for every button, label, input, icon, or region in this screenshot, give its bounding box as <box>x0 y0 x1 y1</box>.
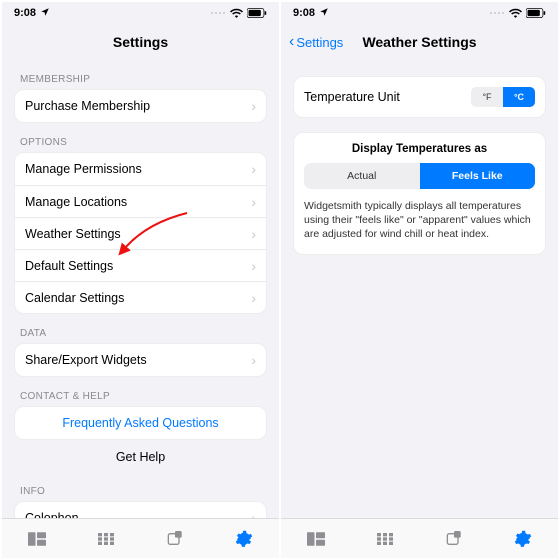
settings-content: MEMBERSHIP Purchase Membership › OPTIONS… <box>2 60 279 518</box>
display-actual-option[interactable]: Actual <box>304 163 420 189</box>
temperature-unit-segmented[interactable]: °F °C <box>471 87 535 107</box>
row-label: Calendar Settings <box>25 291 124 305</box>
chevron-left-icon: ‹ <box>289 34 294 50</box>
group-info: Colophon › Acknowledgements › <box>14 501 267 518</box>
group-options: Manage Permissions › Manage Locations › … <box>14 152 267 314</box>
weather-content: Temperature Unit °F °C Display Temperatu… <box>281 60 558 518</box>
row-manage-locations[interactable]: Manage Locations › <box>15 185 266 217</box>
section-header-info: INFO <box>14 472 267 501</box>
row-get-help[interactable]: Get Help <box>14 440 267 472</box>
row-weather-settings[interactable]: Weather Settings › <box>15 217 266 249</box>
section-header-contact: CONTACT & HELP <box>14 377 267 406</box>
row-label: Manage Locations <box>25 195 127 209</box>
page-title: Weather Settings <box>362 34 476 50</box>
tab-grid-icon[interactable] <box>365 524 405 554</box>
group-membership: Purchase Membership › <box>14 89 267 123</box>
tab-widget-icon[interactable] <box>155 524 195 554</box>
chevron-right-icon: › <box>251 352 256 368</box>
group-data: Share/Export Widgets › <box>14 343 267 377</box>
chevron-right-icon: › <box>251 290 256 306</box>
status-bar: 9:08 <box>281 2 558 24</box>
chevron-right-icon: › <box>251 98 256 114</box>
display-temperatures-segmented[interactable]: Actual Feels Like <box>304 163 535 189</box>
row-label: Get Help <box>116 450 165 464</box>
wifi-icon <box>509 8 522 18</box>
tab-grid-icon[interactable] <box>86 524 126 554</box>
chevron-right-icon: › <box>251 258 256 274</box>
row-label: Weather Settings <box>25 227 121 241</box>
temperature-unit-label: Temperature Unit <box>304 90 400 104</box>
section-header-options: OPTIONS <box>14 123 267 152</box>
battery-icon <box>526 8 546 18</box>
temperature-unit-row: Temperature Unit °F °C <box>293 76 546 118</box>
row-label: Manage Permissions <box>25 162 142 176</box>
row-label: Share/Export Widgets <box>25 353 147 367</box>
cell-signal-dots-icon <box>210 9 226 17</box>
status-bar: 9:08 <box>2 2 279 24</box>
group-contact: Frequently Asked Questions <box>14 406 267 440</box>
tab-layout-icon[interactable] <box>17 524 57 554</box>
location-icon <box>40 7 50 20</box>
nav-bar: ‹ Settings Weather Settings <box>281 24 558 60</box>
chevron-right-icon: › <box>251 161 256 177</box>
display-temperatures-box: Display Temperatures as Actual Feels Lik… <box>293 132 546 255</box>
chevron-right-icon: › <box>251 510 256 518</box>
tab-settings-icon[interactable] <box>503 524 543 554</box>
row-share-export[interactable]: Share/Export Widgets › <box>15 344 266 376</box>
nav-bar: Settings <box>2 24 279 60</box>
row-faq[interactable]: Frequently Asked Questions <box>15 407 266 439</box>
row-manage-permissions[interactable]: Manage Permissions › <box>15 153 266 185</box>
tab-bar <box>281 518 558 558</box>
tab-settings-icon[interactable] <box>224 524 264 554</box>
wifi-icon <box>230 8 243 18</box>
settings-screen: 9:08 Settings <box>2 2 279 558</box>
chevron-right-icon: › <box>251 194 256 210</box>
battery-icon <box>247 8 267 18</box>
cell-signal-dots-icon <box>489 9 505 17</box>
back-button[interactable]: ‹ Settings <box>289 34 343 50</box>
section-header-membership: MEMBERSHIP <box>14 60 267 89</box>
section-header-data: DATA <box>14 314 267 343</box>
chevron-right-icon: › <box>251 226 256 242</box>
row-label: Colophon <box>25 511 79 518</box>
row-colophon[interactable]: Colophon › <box>15 502 266 518</box>
tab-bar <box>2 518 279 558</box>
back-label: Settings <box>296 35 343 50</box>
weather-settings-screen: 9:08 ‹ <box>281 2 558 558</box>
row-calendar-settings[interactable]: Calendar Settings › <box>15 281 266 313</box>
display-feels-like-option[interactable]: Feels Like <box>420 163 536 189</box>
location-icon <box>319 7 329 20</box>
row-purchase-membership[interactable]: Purchase Membership › <box>15 90 266 122</box>
status-time: 9:08 <box>293 7 315 19</box>
page-title: Settings <box>113 34 168 50</box>
temperature-unit-celsius[interactable]: °C <box>503 87 535 107</box>
display-temperatures-title: Display Temperatures as <box>304 143 535 155</box>
tab-layout-icon[interactable] <box>296 524 336 554</box>
display-temperatures-description: Widgetsmith typically displays all tempe… <box>304 199 535 242</box>
row-label: Purchase Membership <box>25 99 150 113</box>
tab-widget-icon[interactable] <box>434 524 474 554</box>
temperature-unit-fahrenheit[interactable]: °F <box>471 87 503 107</box>
row-label: Frequently Asked Questions <box>62 416 218 430</box>
row-label: Default Settings <box>25 259 113 273</box>
status-time: 9:08 <box>14 7 36 19</box>
row-default-settings[interactable]: Default Settings › <box>15 249 266 281</box>
